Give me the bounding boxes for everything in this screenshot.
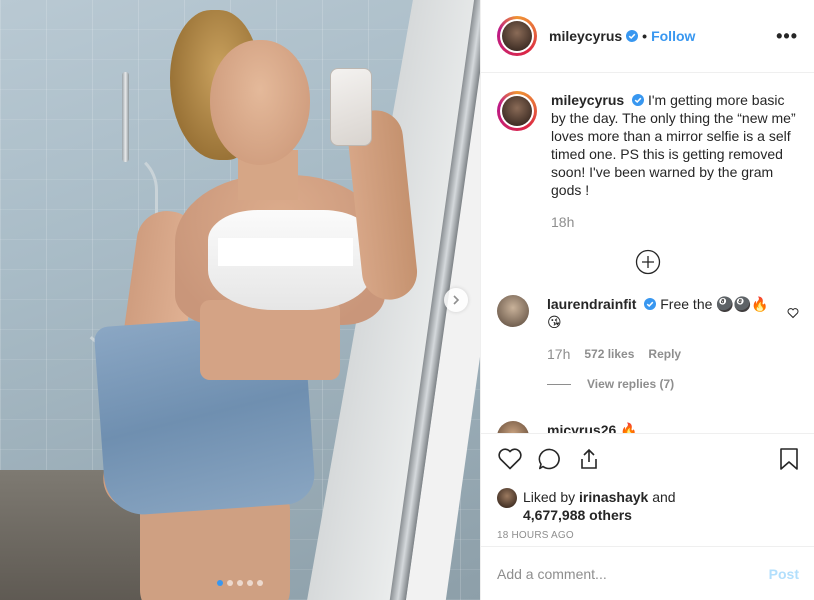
bookmark-icon[interactable] [779,447,799,471]
person-belly [200,300,340,380]
more-options-icon[interactable]: ••• [776,26,798,47]
comment-item: laurendrainfit Free the 🎱🎱🔥 😘 17h 572 li… [497,295,799,393]
post-sidebar: mileycyrus • Follow ••• mileycyrus I'm g… [480,0,814,600]
post-photo[interactable] [0,0,480,600]
header-username[interactable]: mileycyrus [549,28,622,44]
share-icon[interactable] [577,447,601,471]
comment-avatar[interactable] [497,421,529,433]
load-more-comments[interactable] [497,249,799,275]
carousel-dot [247,580,253,586]
likes-count[interactable]: 4,677,988 others [523,507,632,523]
shower-rod [122,72,129,162]
liked-by-joiner: and [652,489,676,505]
add-comment-bar: Post [481,546,814,600]
likes-summary: Liked by irinashayk and 4,677,988 others [497,488,799,524]
carousel-dot [227,580,233,586]
view-replies-label: View replies (7) [587,377,675,391]
comment-username[interactable]: laurendrainfit [547,296,636,312]
header-separator: • [642,28,648,44]
verified-badge-icon [632,94,645,106]
post-timestamp[interactable]: 18 HOURS AGO [497,530,799,541]
reply-button[interactable]: Reply [648,345,681,363]
phone [330,68,372,146]
censor-bar [218,238,353,266]
person-face [210,40,310,165]
comment-like-icon[interactable] [787,307,799,319]
carousel-dot [257,580,263,586]
post-comment-button[interactable]: Post [769,566,799,582]
caption-avatar[interactable] [497,91,537,131]
plus-circle-icon[interactable] [635,249,661,275]
caption: mileycyrus I'm getting more basic by the… [497,91,799,231]
comment-text: 🔥 [620,422,638,433]
view-replies-button[interactable]: View replies (7) [547,375,787,393]
comment-bubble-icon[interactable] [537,447,563,471]
caption-username[interactable]: mileycyrus [551,92,624,108]
comment-time[interactable]: 17h [547,345,570,363]
post-actions: Liked by irinashayk and 4,677,988 others… [481,433,814,541]
carousel-indicator [0,580,480,586]
verified-badge-icon [626,30,639,42]
follow-button[interactable]: Follow [651,28,695,44]
carousel-next-button[interactable] [444,288,468,312]
verified-badge-icon [644,298,657,310]
comment-likes[interactable]: 572 likes [584,345,634,363]
comment-item: micyrus26 🔥 [497,421,799,433]
carousel-dot [237,580,243,586]
comment-username[interactable]: micyrus26 [547,422,616,433]
caption-time[interactable]: 18h [551,213,574,231]
avatar[interactable] [497,16,537,56]
comment-avatar[interactable] [497,295,529,327]
carousel-dot [217,580,223,586]
liked-by-user[interactable]: irinashayk [579,489,648,505]
comment-input[interactable] [497,565,769,582]
like-heart-icon[interactable] [497,447,523,471]
liked-by-prefix: Liked by [523,489,576,505]
chevron-right-icon [453,295,460,305]
post-header: mileycyrus • Follow ••• [481,0,814,73]
comments-list[interactable]: mileycyrus I'm getting more basic by the… [481,73,814,433]
liker-avatar[interactable] [497,488,517,508]
